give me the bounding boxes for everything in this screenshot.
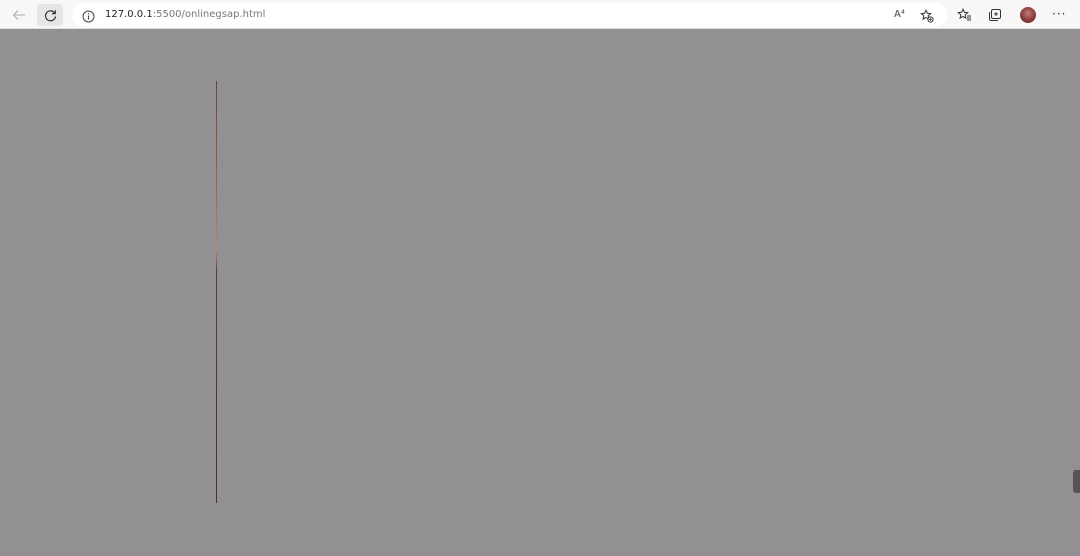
read-aloud-icon[interactable]: A⁴ (894, 8, 905, 21)
url-host: 127.0.0.1 (105, 9, 153, 20)
side-panel-handle[interactable] (1073, 470, 1080, 493)
page-viewport (0, 29, 1080, 556)
back-arrow-icon (12, 9, 26, 21)
site-info-icon[interactable] (82, 8, 95, 27)
back-button[interactable] (6, 4, 32, 26)
address-bar[interactable]: 127.0.0.1:5500/onlinegsap.html A⁴ (72, 3, 948, 27)
profile-avatar[interactable] (1020, 7, 1036, 23)
url-text[interactable]: 127.0.0.1:5500/onlinegsap.html (105, 8, 265, 21)
reload-button[interactable] (37, 4, 63, 26)
more-options-icon[interactable]: ··· (1052, 8, 1066, 20)
collections-icon[interactable] (988, 7, 1002, 26)
url-path: :5500/onlinegsap.html (152, 9, 266, 20)
add-favorite-icon[interactable] (920, 8, 934, 27)
browser-toolbar: 127.0.0.1:5500/onlinegsap.html A⁴ ··· (0, 0, 1080, 29)
vertical-line (216, 81, 217, 503)
reload-icon (44, 9, 57, 22)
favorites-icon[interactable] (957, 7, 972, 26)
